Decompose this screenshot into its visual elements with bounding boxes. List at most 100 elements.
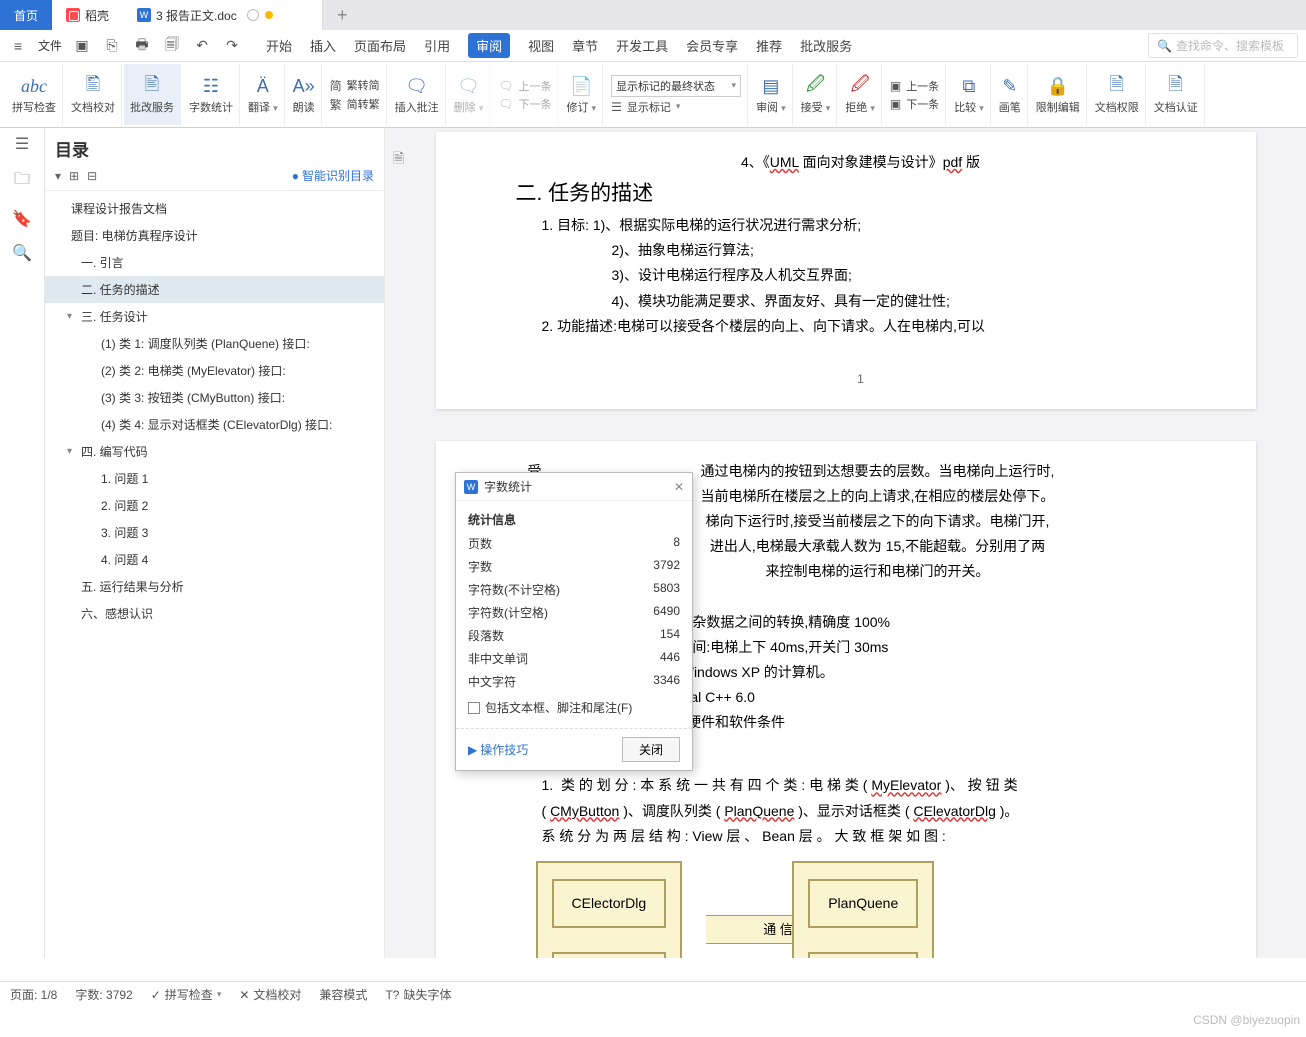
menu-reference[interactable]: 引用 [424, 36, 450, 55]
side-outline-icon[interactable]: ☰ [15, 134, 29, 154]
stat-row: 字符数(计空格)6490 [468, 601, 680, 624]
outline-expand-icon[interactable]: ⊞ [69, 169, 79, 183]
wordcount-icon: ☷ [203, 75, 219, 99]
ribbon-pen[interactable]: ✎画笔 [993, 64, 1028, 125]
page-margin-icon[interactable]: 🗎 [393, 148, 404, 172]
menu-recommend[interactable]: 推荐 [756, 36, 782, 55]
status-words[interactable]: 字数: 3792 [75, 986, 132, 1003]
outline-collapse-icon[interactable]: ▾ [55, 169, 61, 183]
status-spell[interactable]: ✓拼写检查 ▾ [151, 986, 222, 1003]
status-proof[interactable]: ✕文档校对 [239, 986, 301, 1003]
tab-document[interactable]: W 3 报告正文.doc [123, 0, 323, 30]
ribbon-docperm[interactable]: 🗎文档权限 [1089, 64, 1146, 125]
outline-item[interactable]: 课程设计报告文档 [45, 195, 384, 222]
redo-icon[interactable]: ↷ [222, 36, 242, 56]
dialog-tip[interactable]: ▶操作技巧 [468, 741, 528, 758]
menu-layout[interactable]: 页面布局 [354, 36, 406, 55]
print-preview-icon[interactable]: 🗐 [162, 36, 182, 56]
menu-chapter[interactable]: 章节 [572, 36, 598, 55]
ribbon-track-select[interactable]: 显示标记的最终状态▾ [611, 75, 741, 97]
outline-item[interactable]: (1) 类 1: 调度队列类 (PlanQuene) 接口: [45, 330, 384, 357]
status-missing-font[interactable]: T?缺失字体 [385, 986, 451, 1003]
diagram-box: CElectorDlg [552, 879, 667, 928]
outline-item[interactable]: (3) 类 3: 按钮类 (CMyButton) 接口: [45, 384, 384, 411]
close-icon[interactable]: ✕ [674, 480, 684, 494]
next-icon: 🗨 [498, 97, 513, 111]
ribbon-prev-change[interactable]: ▣上一条 [890, 78, 939, 94]
outline-item[interactable]: 3. 问题 3 [45, 519, 384, 546]
ribbon-restrict[interactable]: 🔒限制编辑 [1030, 64, 1087, 125]
outline-item[interactable]: (4) 类 4: 显示对话框类 (CElevatorDlg) 接口: [45, 411, 384, 438]
ribbon-show-markup[interactable]: ☰显示标记 ▾ [611, 99, 741, 115]
include-textbox-checkbox[interactable]: 包括文本框、脚注和尾注(F) [468, 699, 680, 716]
ribbon-spellcheck[interactable]: abc拼写检查 [6, 64, 63, 125]
outline-item[interactable]: ▾四. 编写代码 [45, 438, 384, 465]
ribbon-next-change[interactable]: ▣下一条 [890, 96, 939, 112]
outline-item[interactable]: 一. 引言 [45, 249, 384, 276]
outline-item[interactable]: 六、感想认识 [45, 600, 384, 627]
review-icon: 🖹 [145, 75, 159, 99]
doccheck-icon: 🖺 [86, 75, 100, 99]
ribbon-insert-comment[interactable]: 🗨插入批注 [389, 64, 446, 125]
menu-view[interactable]: 视图 [528, 36, 554, 55]
stat-row: 字符数(不计空格)5803 [468, 578, 680, 601]
save-icon[interactable]: ▣ [72, 36, 92, 56]
close-button[interactable]: 关闭 [622, 737, 680, 762]
ribbon-read[interactable]: A»朗读 [287, 64, 322, 125]
undo-icon[interactable]: ↶ [192, 36, 212, 56]
tab-home[interactable]: 首页 [0, 0, 52, 30]
ribbon-compare[interactable]: ⧉比较 ▾ [948, 64, 991, 125]
ribbon-trad2simp[interactable]: 简繁转简 [330, 77, 380, 94]
outline-item[interactable]: 二. 任务的描述 [45, 276, 384, 303]
outline-item[interactable]: 题目: 电梯仿真程序设计 [45, 222, 384, 249]
ribbon-review-service[interactable]: 🖹批改服务 [124, 64, 181, 125]
outline-collapse-all-icon[interactable]: ⊟ [87, 169, 97, 183]
word-icon: W [137, 8, 151, 22]
ribbon-revise[interactable]: 📄修订 ▾ [560, 64, 603, 125]
ribbon-accept[interactable]: 🖉接受 ▾ [795, 64, 838, 125]
menu-insert[interactable]: 插入 [310, 36, 336, 55]
outline-item[interactable]: 五. 运行结果与分析 [45, 573, 384, 600]
side-nav-icon[interactable]: 🗀 [14, 168, 30, 195]
ribbon-doccheck[interactable]: 🖺文档校对 [65, 64, 122, 125]
command-search[interactable]: 🔍 查找命令、搜索模板 [1148, 33, 1298, 58]
ribbon-wordcount[interactable]: ☷字数统计 [183, 64, 240, 125]
abc-icon: abc [21, 75, 47, 99]
outline-item[interactable]: 2. 问题 2 [45, 492, 384, 519]
outline-item[interactable]: 1. 问题 1 [45, 465, 384, 492]
ribbon-reject[interactable]: 🖉拒绝 ▾ [839, 64, 882, 125]
reject-icon: 🖉 [850, 75, 869, 99]
check-icon: ✓ [151, 988, 161, 1002]
ribbon-translate[interactable]: Ä翻译 ▾ [242, 64, 285, 125]
outline-smart-detect[interactable]: ●智能识别目录 [292, 167, 374, 184]
ribbon-next-comment[interactable]: 🗨下一条 [498, 96, 551, 112]
close-icon: ✕ [239, 988, 249, 1002]
outline-item[interactable]: (2) 类 2: 电梯类 (MyElevator) 接口: [45, 357, 384, 384]
watermark: CSDN @biyezuopin [1193, 1013, 1300, 1027]
ribbon-review-pane[interactable]: ▤审阅 ▾ [750, 64, 793, 125]
delete-comment-icon: 🗨 [457, 75, 480, 99]
outline-item[interactable]: 4. 问题 4 [45, 546, 384, 573]
status-page[interactable]: 页面: 1/8 [10, 986, 57, 1003]
stat-row: 段落数154 [468, 624, 680, 647]
side-bookmark-icon[interactable]: 🔖 [12, 209, 32, 229]
pane-icon: ▤ [762, 75, 779, 99]
menu-devtools[interactable]: 开发工具 [616, 36, 668, 55]
ribbon-delete[interactable]: 🗨删除 ▾ [448, 64, 491, 125]
side-search-icon[interactable]: 🔍 [12, 243, 32, 263]
hamburger-icon[interactable]: ≡ [8, 36, 28, 56]
menu-correction[interactable]: 批改服务 [800, 36, 852, 55]
ribbon-docauth[interactable]: 🗎文档认证 [1148, 64, 1205, 125]
tab-add[interactable]: + [323, 0, 362, 30]
menu-review[interactable]: 审阅 [468, 33, 510, 58]
ribbon-prev-comment[interactable]: 🗨上一条 [498, 78, 551, 94]
print-icon[interactable]: 🖶 [132, 36, 152, 56]
menu-member[interactable]: 会员专享 [686, 36, 738, 55]
menu-file[interactable]: 文件 [38, 37, 62, 54]
outline-item[interactable]: ▾三. 任务设计 [45, 303, 384, 330]
status-compat[interactable]: 兼容模式 [319, 986, 367, 1003]
saveas-icon[interactable]: ⎘ [102, 36, 122, 56]
tab-docer[interactable]: 稻壳 [52, 0, 123, 30]
ribbon-simp2trad[interactable]: 繁简转繁 [330, 96, 380, 113]
menu-start[interactable]: 开始 [266, 36, 292, 55]
